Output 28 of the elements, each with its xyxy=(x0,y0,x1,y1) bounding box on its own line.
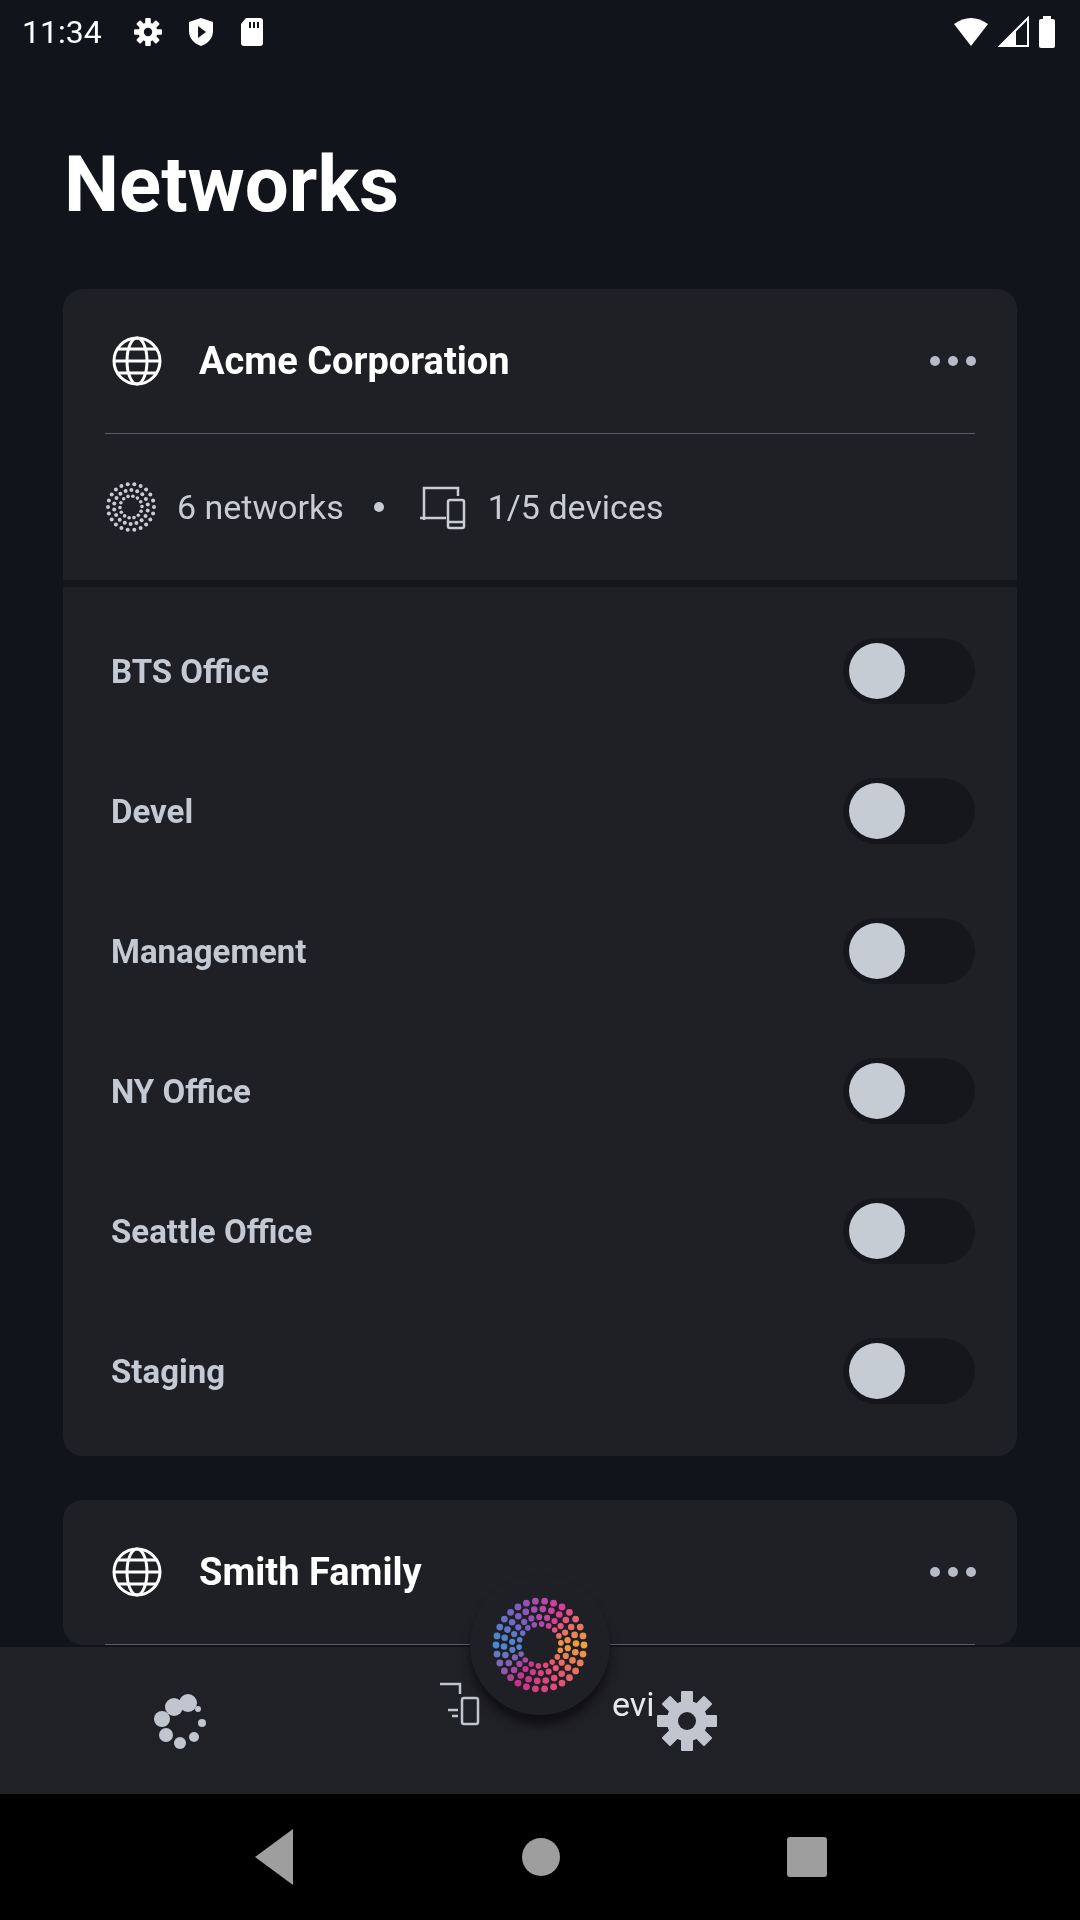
device-count: 1/5 devices xyxy=(487,487,664,527)
clock-time: 11:34 xyxy=(22,13,102,51)
organization-name: Smith Family xyxy=(199,1550,423,1594)
network-name: Staging xyxy=(111,1351,226,1391)
network-count: 6 networks xyxy=(177,487,344,527)
settings-icon[interactable] xyxy=(654,1688,719,1753)
more-options-button[interactable] xyxy=(929,355,977,367)
battery-icon xyxy=(1038,16,1056,48)
signal-icon xyxy=(998,16,1030,48)
home-button[interactable] xyxy=(521,1837,561,1877)
separator-dot-icon xyxy=(373,502,384,512)
organization-name: Acme Corporation xyxy=(199,339,511,383)
wifi-icon xyxy=(952,16,990,48)
network-name: NY Office xyxy=(111,1071,251,1111)
network-name: Management xyxy=(111,931,307,971)
devices-icon[interactable] xyxy=(438,1681,480,1726)
network-name: BTS Office xyxy=(111,651,269,691)
dotted-logo-icon xyxy=(492,1597,588,1693)
globe-icon xyxy=(111,335,163,387)
page-title: Networks xyxy=(64,140,401,230)
network-name: Seattle Office xyxy=(111,1211,313,1251)
settings-icon xyxy=(131,16,164,48)
tab-label[interactable]: evi xyxy=(612,1683,655,1724)
more-options-button[interactable] xyxy=(929,1566,977,1578)
network-name: Devel xyxy=(111,791,194,831)
globe-icon xyxy=(111,1546,163,1598)
back-button[interactable] xyxy=(253,1827,295,1887)
dotted-ring-icon xyxy=(105,481,157,533)
